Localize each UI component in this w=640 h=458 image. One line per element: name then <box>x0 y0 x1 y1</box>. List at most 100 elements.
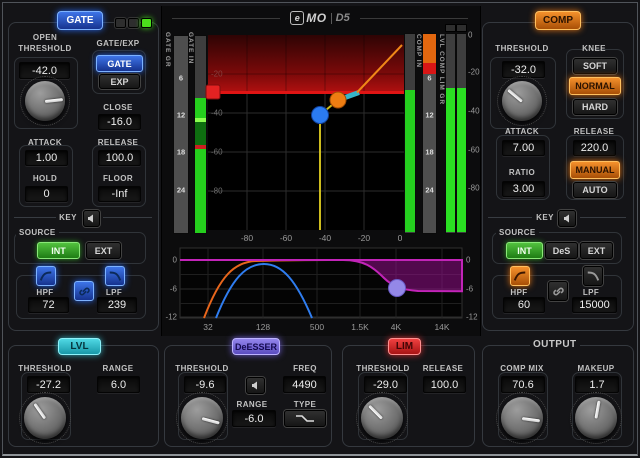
deesser-threshold-value[interactable]: -9.6 <box>184 376 226 393</box>
graph-y-tick: -60 <box>211 147 223 157</box>
lim-threshold-value[interactable]: -29.0 <box>364 376 407 393</box>
comp-filter-link-button[interactable] <box>548 281 568 301</box>
comp-knee-soft-button[interactable]: SOFT <box>573 58 617 74</box>
deesser-type-button[interactable] <box>284 410 326 427</box>
deesser-freq-handle[interactable] <box>388 279 406 297</box>
comp-ratio-label: RATIO <box>508 168 536 177</box>
comp-attack-value[interactable]: 7.00 <box>502 140 545 156</box>
lim-threshold-knob[interactable] <box>356 392 408 444</box>
gate-lpf-button[interactable] <box>105 266 125 286</box>
comp-release-auto-button[interactable]: AUTO <box>573 182 617 198</box>
comp-key-line-right <box>580 217 626 218</box>
deesser-range-label: RANGE <box>236 400 268 409</box>
comp-lpf-value[interactable]: 15000 <box>572 297 617 313</box>
gate-section-button[interactable]: GATE <box>57 11 103 30</box>
lvl-section-button[interactable]: LVL <box>58 338 101 355</box>
comp-lpf-button[interactable] <box>583 266 603 286</box>
lvl-threshold-label: THRESHOLD <box>18 364 72 373</box>
limiter-threshold-handle[interactable] <box>205 84 221 100</box>
comp-mix-knob[interactable] <box>496 392 548 444</box>
graph-x-tick: -60 <box>279 233 293 243</box>
makeup-label: MAKEUP <box>577 364 615 373</box>
comp-knee-normal-button[interactable]: NORMAL <box>569 77 621 95</box>
gate-lpf-value[interactable]: 239 <box>97 297 137 313</box>
gate-release-value[interactable]: 100.0 <box>98 150 141 166</box>
comp-threshold-knob[interactable] <box>497 76 547 126</box>
graph-x-tick: -80 <box>240 233 254 243</box>
deesser-section-button[interactable]: DeESSER <box>232 338 280 355</box>
graph-y-tick: -40 <box>211 108 223 118</box>
logo-line-left <box>172 17 281 19</box>
gate-floor-value[interactable]: -Inf <box>98 186 141 202</box>
gate-key-line-left <box>14 217 56 218</box>
emo-d5-plugin-window: GATE OPEN THRESHOLD -42.0 GATE/EXP GATE … <box>0 0 640 458</box>
gate-led-1 <box>115 18 126 28</box>
gr-tick: 6 <box>427 73 432 83</box>
gate-attack-label: ATTACK <box>27 138 63 147</box>
gate-attack-value[interactable]: 1.00 <box>25 150 68 166</box>
gate-hold-label: HOLD <box>32 174 58 183</box>
gate-threshold-handle[interactable] <box>311 106 329 124</box>
gate-gr-tick: 12 <box>176 110 186 120</box>
gate-source-ext-button[interactable]: EXT <box>86 242 121 259</box>
eq-x-tick: 1.5K <box>351 322 369 332</box>
comp-hpf-button[interactable] <box>510 266 530 286</box>
gate-hold-value[interactable]: 0 <box>25 186 68 202</box>
speaker-icon <box>252 381 257 390</box>
lim-threshold-label: THRESHOLD <box>356 364 410 373</box>
lim-release-value[interactable]: 100.0 <box>423 376 466 393</box>
comp-threshold-handle[interactable] <box>329 91 347 109</box>
gate-hpf-value[interactable]: 72 <box>28 297 69 313</box>
comp-release-value[interactable]: 220.0 <box>573 140 616 156</box>
logo-line-right <box>359 17 468 19</box>
gate-mode-exp-button[interactable]: EXP <box>99 74 140 89</box>
graph-y-tick: -20 <box>211 69 223 79</box>
makeup-knob[interactable] <box>570 392 622 444</box>
lvl-range-value[interactable]: 6.0 <box>97 376 140 393</box>
deesser-threshold-knob[interactable] <box>176 392 228 444</box>
comp-mix-label: COMP MIX <box>500 364 544 373</box>
deesser-freq-label: FREQ <box>293 364 317 373</box>
comp-key-monitor-button[interactable] <box>558 210 576 227</box>
gate-filter-link-button[interactable] <box>74 281 94 301</box>
comp-section-button[interactable]: COMP <box>535 11 581 30</box>
comp-hpf-value[interactable]: 60 <box>503 297 545 313</box>
gr-meter-label: LVL COMP LIM GR <box>438 34 445 105</box>
gate-key-label: KEY <box>59 213 77 222</box>
lim-section-button[interactable]: LIM <box>388 338 421 355</box>
comp-in-fill <box>405 90 415 232</box>
knob-pointer <box>507 88 523 103</box>
lpf-icon <box>109 271 122 281</box>
gate-key-monitor-button[interactable] <box>83 210 100 227</box>
out-fill-right <box>457 88 466 232</box>
gate-close-label: CLOSE <box>103 103 133 112</box>
out-meter-left <box>445 33 456 234</box>
eq-y-tick-right: 0 <box>466 255 471 265</box>
gate-floor-label: FLOOR <box>103 174 133 183</box>
out-scale-tick: -80 <box>468 183 480 193</box>
deesser-threshold-label: THRESHOLD <box>175 364 229 373</box>
comp-hpf-label: HPF <box>510 288 528 297</box>
comp-release-manual-button[interactable]: MANUAL <box>570 161 620 179</box>
comp-source-int-button[interactable]: INT <box>506 242 543 259</box>
makeup-value[interactable]: 1.7 <box>575 376 619 393</box>
gate-source-int-button[interactable]: INT <box>37 242 80 259</box>
lvl-threshold-value[interactable]: -27.2 <box>27 376 70 393</box>
deesser-freq-value[interactable]: 4490 <box>283 376 326 393</box>
lvl-threshold-knob[interactable] <box>19 392 71 444</box>
comp-ratio-value[interactable]: 3.00 <box>502 181 545 197</box>
comp-mix-value[interactable]: 70.6 <box>501 376 545 393</box>
gate-close-value[interactable]: -16.0 <box>98 114 141 130</box>
comp-source-label: SOURCE <box>496 228 539 237</box>
graph-x-tick: 0 <box>397 233 403 243</box>
gate-hpf-button[interactable] <box>36 266 56 286</box>
gate-mode-gate-button[interactable]: GATE <box>96 55 143 72</box>
comp-source-ext-button[interactable]: EXT <box>580 242 613 259</box>
comp-source-des-button[interactable]: DeS <box>545 242 578 259</box>
gate-open-threshold-knob[interactable] <box>20 76 70 126</box>
gate-threshold-label: THRESHOLD <box>18 44 72 53</box>
gate-source-label: SOURCE <box>16 228 59 237</box>
comp-knee-hard-button[interactable]: HARD <box>573 99 617 115</box>
deesser-range-value[interactable]: -6.0 <box>232 410 276 427</box>
deesser-monitor-button[interactable] <box>246 377 265 394</box>
